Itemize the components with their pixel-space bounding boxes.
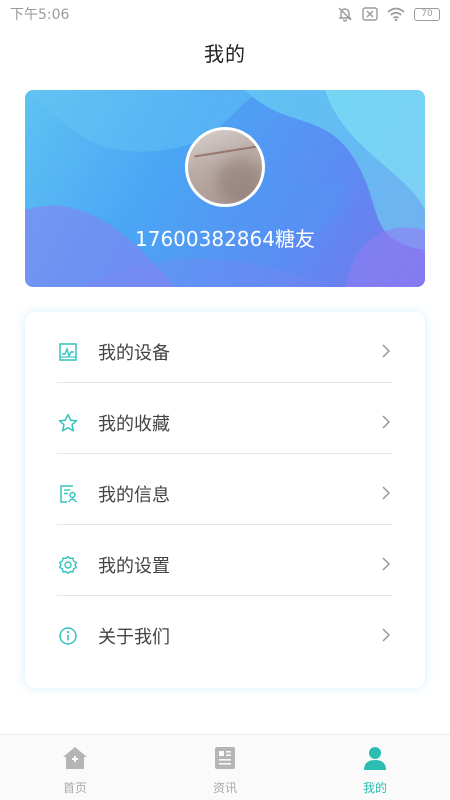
- home-icon: [61, 745, 89, 775]
- user-icon: [361, 745, 389, 775]
- menu-item-label: 我的设置: [98, 555, 170, 577]
- menu-item-my-info[interactable]: 我的信息: [57, 458, 392, 529]
- sim-off-icon: [362, 7, 378, 21]
- nav-item-home[interactable]: 首页: [0, 735, 150, 800]
- chevron-right-icon: [382, 415, 391, 429]
- chevron-right-icon: [382, 344, 391, 358]
- menu-item-my-devices[interactable]: 我的设备: [57, 316, 392, 387]
- nav-label: 资讯: [212, 781, 237, 795]
- nav-item-mine[interactable]: 我的: [300, 735, 450, 800]
- menu-item-label: 我的信息: [98, 484, 170, 506]
- bottom-nav: 首页 资讯 我的: [0, 734, 450, 800]
- info-icon: [57, 625, 79, 647]
- battery-icon: 70: [414, 7, 440, 21]
- menu-item-label: 我的设备: [98, 342, 170, 364]
- menu-item-my-settings[interactable]: 我的设置: [57, 529, 392, 600]
- nav-label: 我的: [362, 781, 387, 795]
- chevron-right-icon: [382, 628, 391, 642]
- device-monitor-icon: [57, 341, 79, 363]
- avatar[interactable]: [185, 127, 265, 207]
- chevron-right-icon: [382, 486, 391, 500]
- nav-item-news[interactable]: 资讯: [150, 735, 300, 800]
- menu-item-my-favorites[interactable]: 我的收藏: [57, 387, 392, 458]
- profile-info-icon: [57, 483, 79, 505]
- chevron-right-icon: [382, 557, 391, 571]
- nav-label: 首页: [62, 781, 87, 795]
- menu-item-label: 关于我们: [98, 626, 170, 648]
- profile-card[interactable]: 17600382864糖友: [25, 90, 425, 287]
- news-icon: [212, 745, 238, 775]
- divider: [57, 524, 392, 525]
- username: 17600382864糖友: [135, 227, 315, 251]
- status-icons: 70: [337, 6, 440, 22]
- divider: [57, 595, 392, 596]
- menu-card: 我的设备 我的收藏 我的信息 我的设置 关于我们: [25, 312, 425, 688]
- menu-item-label: 我的收藏: [98, 413, 170, 435]
- status-time: 下午5:06: [10, 7, 70, 23]
- gear-icon: [57, 554, 79, 576]
- star-icon: [57, 412, 79, 434]
- menu-item-about-us[interactable]: 关于我们: [57, 600, 392, 671]
- page-title: 我的: [204, 42, 246, 66]
- divider: [57, 453, 392, 454]
- status-bar: 下午5:06 70: [0, 0, 450, 28]
- mute-bell-icon: [337, 6, 353, 22]
- divider: [57, 382, 392, 383]
- wifi-icon: [387, 7, 405, 21]
